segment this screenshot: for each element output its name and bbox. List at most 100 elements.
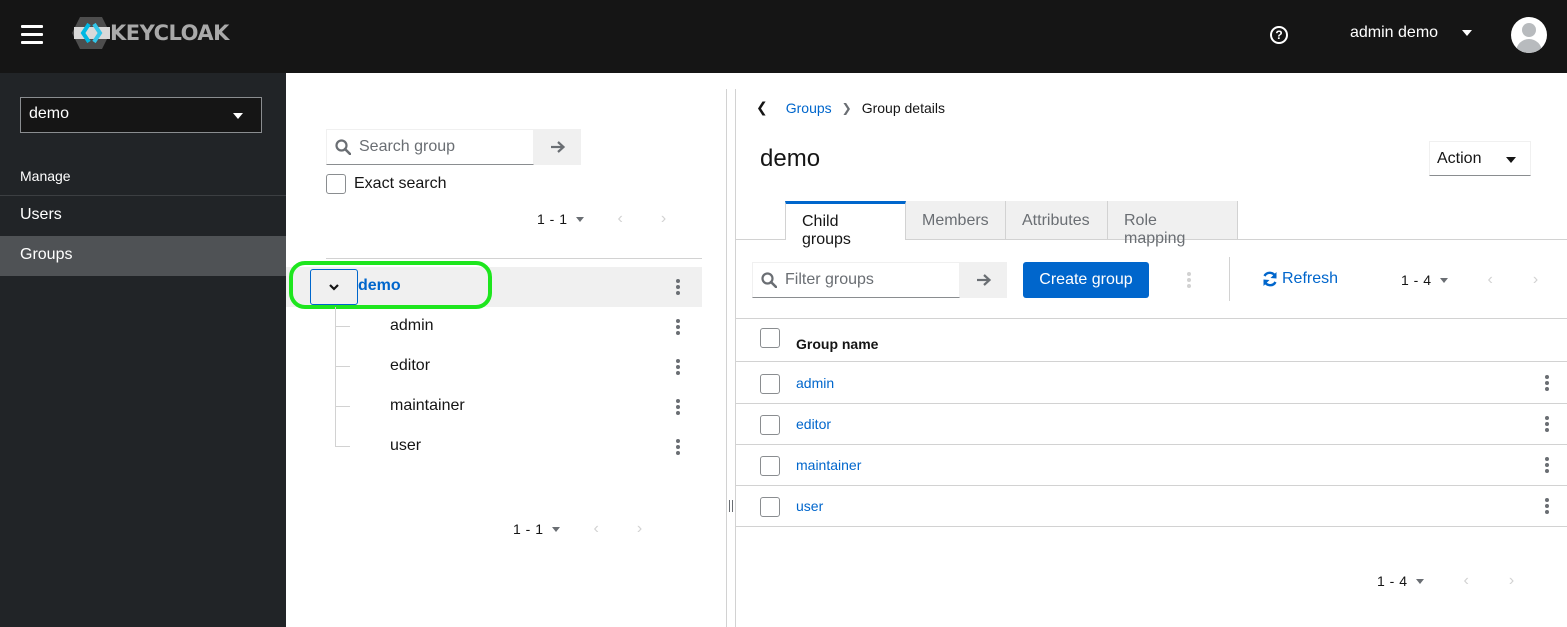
kebab-icon[interactable] xyxy=(668,317,688,337)
sidebar: demo Manage Users Groups xyxy=(0,73,286,627)
pagination-range: 1 - 1 xyxy=(513,521,544,537)
select-all-checkbox[interactable] xyxy=(760,328,780,348)
tab-label: Members xyxy=(922,212,989,229)
kebab-icon[interactable] xyxy=(1537,373,1557,393)
tree-item[interactable]: user xyxy=(335,427,702,467)
group-link[interactable]: maintainer xyxy=(796,457,861,473)
action-dropdown[interactable]: Action xyxy=(1429,141,1531,176)
breadcrumb-groups-link[interactable]: Groups xyxy=(786,100,832,116)
tree-item[interactable]: editor xyxy=(335,347,702,387)
previous-page-icon[interactable]: ‹ xyxy=(1464,572,1469,590)
hamburger-icon[interactable] xyxy=(21,25,43,45)
avatar-head-icon xyxy=(1522,23,1536,37)
kebab-icon[interactable] xyxy=(668,277,688,297)
tree-item-root[interactable]: demo xyxy=(286,267,702,307)
kebab-icon[interactable] xyxy=(668,357,688,377)
previous-page-icon[interactable]: ‹ xyxy=(1488,271,1493,289)
filter-submit-button[interactable] xyxy=(960,262,1007,298)
create-group-button[interactable]: Create group xyxy=(1023,262,1149,298)
tab-label: Attributes xyxy=(1022,212,1090,229)
tree-item[interactable]: maintainer xyxy=(335,387,702,427)
masthead: KEYCLOAK ? admin demo xyxy=(0,0,1567,73)
caret-down-icon xyxy=(1506,157,1516,163)
create-group-label: Create group xyxy=(1039,271,1133,288)
tab-child-groups[interactable]: Child groups xyxy=(785,201,906,248)
next-page-icon[interactable]: › xyxy=(1533,271,1538,289)
tree-item-label[interactable]: demo xyxy=(358,277,401,295)
caret-down-icon[interactable] xyxy=(551,526,560,532)
tree-pagination-bottom: 1 - 1 ‹ › xyxy=(513,520,642,538)
sidebar-item-label: Users xyxy=(20,206,62,223)
tab-attributes[interactable]: Attributes xyxy=(1006,201,1108,240)
kebab-icon[interactable] xyxy=(1537,455,1557,475)
caret-down-icon[interactable] xyxy=(575,216,584,222)
kebab-icon[interactable] xyxy=(1537,496,1557,516)
tab-role-mapping[interactable]: Role mapping xyxy=(1108,201,1238,247)
table-row: editor xyxy=(736,404,1567,445)
breadcrumb-current: Group details xyxy=(861,99,945,116)
avatar-body-icon xyxy=(1516,39,1542,53)
tree-item-label[interactable]: user xyxy=(390,437,421,455)
sidebar-section-manage: Manage xyxy=(20,168,71,184)
previous-page-icon[interactable]: ‹ xyxy=(618,210,623,228)
row-checkbox[interactable] xyxy=(760,374,780,394)
kebab-icon[interactable] xyxy=(1537,414,1557,434)
column-header-group-name[interactable]: Group name xyxy=(796,336,878,352)
refresh-button[interactable]: Refresh xyxy=(1262,270,1338,288)
tree-toggle-button[interactable] xyxy=(310,269,358,305)
group-link[interactable]: user xyxy=(796,498,823,514)
previous-page-icon[interactable]: ‹ xyxy=(594,520,599,538)
tab-label: Role mapping xyxy=(1124,212,1186,247)
kebab-icon[interactable] xyxy=(668,397,688,417)
back-chevron-icon[interactable]: ❮ xyxy=(756,99,768,116)
caret-down-icon[interactable] xyxy=(1439,277,1448,283)
sidebar-item-users[interactable]: Users xyxy=(0,196,286,236)
refresh-label: Refresh xyxy=(1282,270,1339,287)
help-icon[interactable]: ? xyxy=(1270,26,1288,44)
row-checkbox[interactable] xyxy=(760,497,780,517)
user-menu-toggle[interactable]: admin demo xyxy=(1350,24,1473,42)
exact-search-checkbox[interactable] xyxy=(326,174,346,194)
toolbar-separator xyxy=(1229,257,1230,301)
row-checkbox[interactable] xyxy=(760,456,780,476)
row-checkbox[interactable] xyxy=(760,415,780,435)
tree-connector xyxy=(335,366,350,367)
realm-selector[interactable]: demo xyxy=(20,97,262,133)
caret-down-icon[interactable] xyxy=(1415,578,1424,584)
filter-groups-input[interactable]: Filter groups xyxy=(752,262,960,298)
table-pagination-bottom: 1 - 4 ‹ › xyxy=(1377,572,1514,590)
keycloak-hex-icon xyxy=(72,17,110,49)
tree-connector xyxy=(335,406,350,407)
kebab-icon[interactable] xyxy=(668,437,688,457)
toolbar-kebab-icon[interactable] xyxy=(1179,270,1199,290)
group-link[interactable]: editor xyxy=(796,416,831,432)
sidebar-item-groups[interactable]: Groups xyxy=(0,236,286,276)
tree-item[interactable]: admin xyxy=(335,307,702,347)
resize-handle[interactable] xyxy=(729,500,733,512)
chevron-down-icon xyxy=(329,283,339,291)
tree-connector xyxy=(335,446,350,447)
tree-item-label[interactable]: maintainer xyxy=(390,397,465,415)
exact-search-label: Exact search xyxy=(354,175,447,192)
search-group-input[interactable]: Search group xyxy=(326,129,534,165)
page-title: demo xyxy=(760,145,821,172)
tab-members[interactable]: Members xyxy=(906,201,1006,240)
search-submit-button[interactable] xyxy=(534,129,581,165)
filter-placeholder: Filter groups xyxy=(785,271,874,288)
next-page-icon[interactable]: › xyxy=(1509,572,1514,590)
avatar[interactable] xyxy=(1511,17,1547,53)
next-page-icon[interactable]: › xyxy=(661,210,666,228)
keycloak-logo[interactable]: KEYCLOAK xyxy=(72,17,229,49)
search-placeholder: Search group xyxy=(359,138,456,155)
search-icon xyxy=(761,272,777,288)
table-pagination-top: 1 - 4 ‹ › xyxy=(1401,271,1538,289)
arrow-right-icon xyxy=(550,141,565,153)
group-tree-panel: Search group Exact search 1 - 1 ‹ › demo… xyxy=(286,73,726,627)
group-details-panel: ❮ Groups ❯ Group details demo Action Chi… xyxy=(736,73,1567,627)
next-page-icon[interactable]: › xyxy=(637,520,642,538)
splitter-line xyxy=(726,89,727,627)
tree-item-label[interactable]: editor xyxy=(390,357,430,375)
group-link[interactable]: admin xyxy=(796,375,834,391)
panel-splitter xyxy=(726,73,736,627)
tree-item-label[interactable]: admin xyxy=(390,317,434,335)
